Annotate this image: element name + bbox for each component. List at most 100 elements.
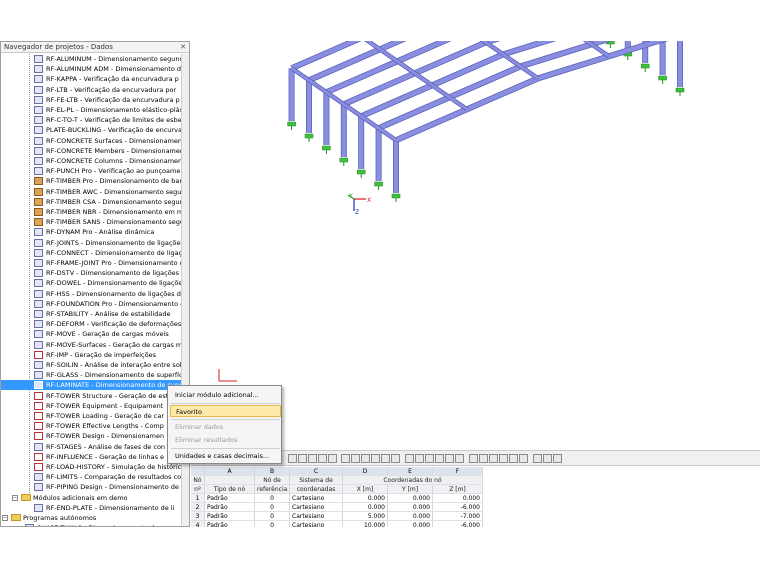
tree-item[interactable]: RF-DSTV - Dimensionamento de ligações pa bbox=[1, 268, 182, 278]
table-cell[interactable]: 10.000 bbox=[343, 521, 388, 527]
tree-folder-demo[interactable]: − Módulos adicionais em demo bbox=[1, 493, 182, 503]
toolbar-tool-icon[interactable] bbox=[435, 454, 444, 463]
toolbar-tool-icon[interactable] bbox=[381, 454, 390, 463]
table-cell[interactable]: -6.000 bbox=[433, 521, 483, 527]
model-viewport[interactable]: X Z Y bbox=[191, 0, 760, 439]
tree-item[interactable]: RF-EL-PL - Dimensionamento elástico-plás… bbox=[1, 105, 182, 115]
table-cell[interactable]: Padrão bbox=[205, 503, 255, 512]
toolbar-tool-icon[interactable] bbox=[308, 454, 317, 463]
toolbar-tool-icon[interactable] bbox=[469, 454, 478, 463]
collapse-icon[interactable]: − bbox=[2, 515, 8, 521]
tree-item[interactable]: RF-SOILIN - Análise de interação entre s… bbox=[1, 360, 182, 370]
tree-item[interactable]: RF-TIMBER AWC - Dimensionamento segun bbox=[1, 187, 182, 197]
support-node[interactable] bbox=[356, 169, 366, 175]
toolbar-tool-icon[interactable] bbox=[445, 454, 454, 463]
table-cell[interactable]: 0.000 bbox=[388, 494, 433, 503]
toolbar-tool-icon[interactable] bbox=[533, 454, 542, 463]
toolbar-tool-icon[interactable] bbox=[553, 454, 562, 463]
support-node[interactable] bbox=[675, 87, 685, 93]
table-cell[interactable]: 0.000 bbox=[388, 521, 433, 527]
tree-item[interactable]: RF-TOWER Equipment - Equipament bbox=[1, 401, 182, 411]
table-cell[interactable]: Cartesiano bbox=[290, 512, 343, 521]
table-cell[interactable]: 0.000 bbox=[343, 503, 388, 512]
tree-item[interactable]: RF-LAMINATE - Dimensionamento de super bbox=[1, 380, 182, 391]
table-cell[interactable]: 0.000 bbox=[433, 494, 483, 503]
tree-item[interactable]: RF-MOVE-Surfaces - Geração de cargas mó bbox=[1, 340, 182, 350]
tree-item[interactable]: RF-TIMBER SANS - Dimensionamento segur bbox=[1, 217, 182, 227]
tree-item[interactable]: RF-CONCRETE Surfaces - Dimensionamento bbox=[1, 136, 182, 146]
tree-folder-standalone[interactable]: − Programas autónomos bbox=[1, 513, 182, 523]
tree-item[interactable]: RF-TOWER Structure - Geração de est bbox=[1, 391, 182, 401]
tree-item[interactable]: RF-ALUMINUM ADM - Dimensionamento d bbox=[1, 64, 182, 74]
tree-item[interactable]: RF-TOWER Design - Dimensionamen bbox=[1, 431, 182, 441]
table-cell[interactable]: -7.000 bbox=[433, 512, 483, 521]
support-node[interactable] bbox=[304, 133, 314, 139]
menu-item-delete-results[interactable]: Eliminar resultados bbox=[170, 434, 281, 446]
tree-item[interactable]: RF-MOVE - Geração de cargas móveis bbox=[1, 329, 182, 339]
tree-item[interactable]: RF-DYNAM Pro - Análise dinâmica bbox=[1, 227, 182, 237]
tree-item[interactable]: RF-GLASS - Dimensionamento de superfície bbox=[1, 370, 182, 380]
toolbar-tool-icon[interactable] bbox=[455, 454, 464, 463]
toolbar-tool-icon[interactable] bbox=[341, 454, 350, 463]
support-node[interactable] bbox=[391, 193, 401, 199]
navigator-close-icon[interactable]: ✕ bbox=[180, 43, 186, 51]
table-cell[interactable]: Cartesiano bbox=[290, 494, 343, 503]
table-cell[interactable]: 0.000 bbox=[388, 512, 433, 521]
tree-item[interactable]: RF-CONNECT - Dimensionamento de ligaç bbox=[1, 248, 182, 258]
tree-item[interactable]: RF-FOUNDATION Pro - Dimensionamento d bbox=[1, 299, 182, 309]
support-node[interactable] bbox=[287, 121, 296, 127]
tree-item[interactable]: RF-ALUMINUM - Dimensionamento segund bbox=[1, 54, 182, 64]
table-cell[interactable]: Cartesiano bbox=[290, 503, 343, 512]
support-node[interactable] bbox=[322, 145, 331, 151]
tree-item[interactable]: RF-TOWER Effective Lengths - Comp bbox=[1, 421, 182, 431]
toolbar-tool-icon[interactable] bbox=[288, 454, 297, 463]
menu-item-favorite[interactable]: Favorito bbox=[170, 405, 281, 417]
tree-item-standalone[interactable]: SHAPE-THIN 9 - Dimensionamento de secç bbox=[1, 523, 182, 526]
toolbar-tool-icon[interactable] bbox=[489, 454, 498, 463]
table-cell[interactable]: 0 bbox=[255, 503, 290, 512]
tree-item-demo[interactable]: RF-END-PLATE - Dimensionamento de li bbox=[1, 503, 182, 513]
toolbar-tool-icon[interactable] bbox=[351, 454, 360, 463]
tree-item[interactable]: RF-CONCRETE Members - Dimensionament bbox=[1, 146, 182, 156]
tree-item[interactable]: RF-FE-LTB - Verificação da encurvadura p bbox=[1, 95, 182, 105]
toolbar-tool-icon[interactable] bbox=[425, 454, 434, 463]
tree-item[interactable]: RF-IMP - Geração de imperfeições bbox=[1, 350, 182, 360]
toolbar-tool-icon[interactable] bbox=[499, 454, 508, 463]
tree-item[interactable]: RF-HSS - Dimensionamento de ligações de … bbox=[1, 289, 182, 299]
support-node[interactable] bbox=[658, 75, 667, 81]
toolbar-tool-icon[interactable] bbox=[361, 454, 370, 463]
tree-item[interactable]: RF-TIMBER CSA - Dimensionamento segun bbox=[1, 197, 182, 207]
table-cell[interactable]: 0 bbox=[255, 494, 290, 503]
tree-item[interactable]: RF-TIMBER Pro - Dimensionamento de barr bbox=[1, 176, 182, 186]
table-cell[interactable]: 0.000 bbox=[388, 503, 433, 512]
toolbar-tool-icon[interactable] bbox=[519, 454, 528, 463]
tree-item[interactable]: RF-LTB - Verificação da encurvadura por bbox=[1, 85, 182, 95]
tree-item[interactable]: RF-JOINTS - Dimensionamento de ligações bbox=[1, 238, 182, 248]
menu-item-delete-data[interactable]: Eliminar dados bbox=[170, 421, 281, 433]
table-cell[interactable]: 0 bbox=[255, 512, 290, 521]
table-cell[interactable]: -6.000 bbox=[433, 503, 483, 512]
table-cell[interactable]: Padrão bbox=[205, 512, 255, 521]
toolbar-tool-icon[interactable] bbox=[479, 454, 488, 463]
tree-item[interactable]: RF-TIMBER NBR - Dimensionamento em ma bbox=[1, 207, 182, 217]
collapse-icon[interactable]: − bbox=[12, 494, 18, 501]
tree-item[interactable]: RF-INFLUENCE - Geração de linhas e bbox=[1, 452, 182, 462]
toolbar-tool-icon[interactable] bbox=[509, 454, 518, 463]
toolbar-tool-icon[interactable] bbox=[391, 454, 400, 463]
support-node[interactable] bbox=[339, 157, 349, 163]
tree-item[interactable]: RF-TOWER Loading - Geração de car bbox=[1, 411, 182, 421]
toolbar-tool-icon[interactable] bbox=[328, 454, 337, 463]
tree-item[interactable]: RF-LOAD-HISTORY - Simulação de histórico bbox=[1, 462, 182, 472]
menu-item-units-decimals[interactable]: Unidades e casas decimais... bbox=[170, 450, 281, 462]
support-node[interactable] bbox=[640, 63, 650, 69]
toolbar-tool-icon[interactable] bbox=[405, 454, 414, 463]
support-node[interactable] bbox=[374, 181, 383, 187]
tree-item[interactable]: RF-PIPING Design - Dimensionamento de c bbox=[1, 482, 182, 492]
table-cell[interactable]: 0.000 bbox=[343, 494, 388, 503]
toolbar-tool-icon[interactable] bbox=[415, 454, 424, 463]
toolbar-tool-icon[interactable] bbox=[371, 454, 380, 463]
tree-item[interactable]: RF-STABILITY - Análise de estabilidade bbox=[1, 309, 182, 319]
tree-item[interactable]: RF-CONCRETE Columns - Dimensionament bbox=[1, 156, 182, 166]
tree-item[interactable]: RF-STAGES - Análise de fases de con bbox=[1, 442, 182, 452]
toolbar-tool-icon[interactable] bbox=[298, 454, 307, 463]
